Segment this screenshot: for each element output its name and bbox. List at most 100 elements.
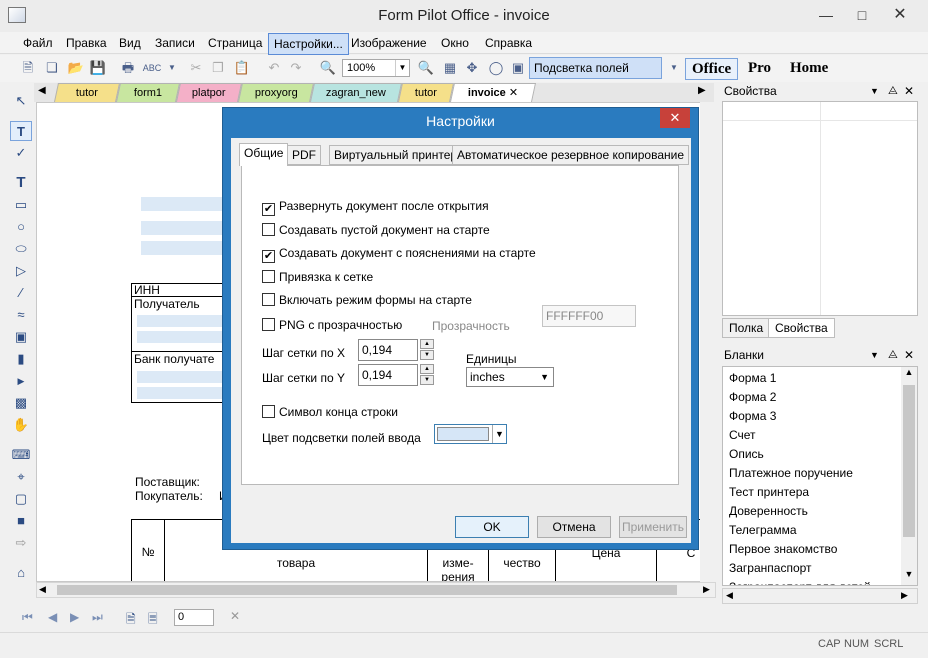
apply-button[interactable]: Применить [619,516,687,538]
scroll-thumb[interactable] [57,585,677,595]
text-tool-icon[interactable]: T [10,173,32,193]
home-icon[interactable]: ⌂ [10,563,32,583]
edition-office[interactable]: Office [685,58,739,80]
square-icon[interactable]: ▢ [10,489,32,509]
tabs-left-arrow-icon[interactable]: ◀ [38,85,46,96]
tab-general[interactable]: Общие [239,143,289,166]
delete-page-icon[interactable]: ✕ [230,609,240,623]
checkbox-box[interactable] [262,270,275,283]
tab-form1[interactable]: form1 [115,83,181,102]
scroll-thumb[interactable] [903,385,915,537]
tab-tutor[interactable]: tutor [53,83,121,102]
tab-platpor[interactable]: platpor [175,83,243,102]
tab-auto-backup[interactable]: Автоматическое резервное копирование [452,145,690,165]
pin-icon[interactable]: ⨺ [888,346,898,364]
print-icon[interactable]: 🖶 [118,58,138,78]
new-doc-icon[interactable]: 🗎 [18,58,38,78]
checkmark-icon[interactable]: ✓ [10,143,32,163]
scroll-left-icon[interactable]: ◀ [726,590,733,601]
copy-icon[interactable]: ❐ [208,58,228,78]
tab-proxyorg[interactable]: proxyorg [237,83,315,102]
blanks-scrollbar[interactable]: ▲ ▼ [901,367,917,585]
zoom-out-icon[interactable]: 🔍 [318,58,338,78]
wave-icon[interactable]: ≈ [10,305,32,325]
menu-image[interactable]: Изображение [346,32,432,54]
toolbar-overflow-icon[interactable]: ▼ [664,58,684,78]
close-tab-icon[interactable]: ✕ [509,84,518,102]
list-item[interactable]: Форма 2 [723,388,917,407]
line-icon[interactable]: ∕ [10,283,32,303]
list-item[interactable]: Доверенность [723,502,917,521]
list-item[interactable]: Загранпаспорт для детей [723,578,917,585]
blanks-list[interactable]: Форма 1 Форма 2 Форма 3 Счет Опись Платежное … [722,366,918,586]
dropdown-arrow-icon[interactable]: ▼ [162,58,182,78]
checkbox-box[interactable] [262,293,275,306]
list-item[interactable]: Тест принтера [723,483,917,502]
undo-icon[interactable]: ↶ [264,58,284,78]
list-item[interactable]: Форма 1 [723,369,917,388]
checkbox-box[interactable] [262,318,275,331]
page-list-icon[interactable]: 🗏 [148,610,158,631]
stepper-down-icon[interactable]: ▼ [420,375,434,385]
menu-settings[interactable]: Настройки... [268,33,349,55]
properties-grid[interactable] [722,101,918,316]
edition-pro[interactable]: Pro [742,58,777,80]
snap-to-grid-checkbox[interactable]: Привязка к сетке [262,270,373,286]
list-item[interactable]: Телеграмма [723,521,917,540]
grid-x-input[interactable]: 0,194 [358,339,418,361]
tab-tutor-2[interactable]: tutor [397,83,455,102]
edition-home[interactable]: Home [784,58,834,80]
mouse-icon[interactable]: ◯ [486,58,506,78]
checkbox-box[interactable]: ✔ [262,203,275,216]
pin-icon[interactable]: ⨺ [888,82,898,100]
hand-icon[interactable]: ✋ [10,415,32,435]
move-icon[interactable]: ✥ [462,58,482,78]
checkbox-box[interactable] [262,223,275,236]
stepper-up-icon[interactable]: ▲ [420,364,434,374]
image-icon[interactable]: ▣ [10,327,32,347]
maximize-icon[interactable]: □ [848,4,876,26]
fill-icon[interactable]: ■ [10,511,32,531]
list-item[interactable]: Платежное поручение [723,464,917,483]
close-icon[interactable]: ✕ [886,4,914,26]
polygon-icon[interactable]: ▷ [10,261,32,281]
menu-page[interactable]: Страница [203,32,267,54]
scroll-left-icon[interactable]: ◀ [39,584,46,595]
save-icon[interactable]: 💾 [88,58,108,78]
list-item[interactable]: Форма 3 [723,407,917,426]
text-field-icon[interactable]: T [10,121,32,141]
end-of-line-symbol-checkbox[interactable]: Символ конца строки [262,405,398,421]
scroll-right-icon[interactable]: ▶ [901,590,908,601]
ok-button[interactable]: OK [455,516,529,538]
close-icon[interactable]: ✕ [904,82,914,100]
png-transparency-checkbox[interactable]: PNG с прозрачностью [262,318,402,334]
expand-after-open-checkbox[interactable]: ✔ Развернуть документ после открытия [262,199,489,216]
paste-icon[interactable]: 📋 [232,58,252,78]
tab-properties[interactable]: Свойства [768,318,835,338]
checkbox-box[interactable]: ✔ [262,250,275,263]
tab-zagran-new[interactable]: zagran_new [309,83,403,102]
first-page-icon[interactable]: ⏮ [22,610,33,625]
menu-window[interactable]: Окно [436,32,474,54]
doc-with-hints-on-start-checkbox[interactable]: ✔ Создавать документ с пояснениями на ста… [262,246,536,263]
tab-pdf[interactable]: PDF [287,145,321,165]
tabs-right-arrow-icon[interactable]: ▶ [698,85,706,96]
menu-help[interactable]: Справка [480,32,537,54]
redo-icon[interactable]: ↷ [286,58,306,78]
cancel-button[interactable]: Отмена [537,516,611,538]
units-select[interactable]: inches ▼ [466,367,554,387]
next-page-icon[interactable]: ▶ [70,610,79,624]
arrow-right-icon[interactable]: ⇨ [10,533,32,553]
rectangle-icon[interactable]: ▭ [10,195,32,215]
menu-records[interactable]: Записи [150,32,200,54]
highlight-color-picker[interactable]: ▼ [434,424,507,444]
highlight-fields-button[interactable]: Подсветка полей ввода [529,57,662,95]
pointer-icon[interactable]: ↖ [10,91,32,111]
list-item[interactable]: Счет [723,426,917,445]
close-icon[interactable]: ✕ [904,346,914,364]
last-page-icon[interactable]: ⏭ [92,610,103,625]
transparency-input[interactable]: FFFFFF00 [542,305,636,327]
copy-doc-icon[interactable]: ❏ [42,58,62,78]
chevron-down-icon[interactable]: ▼ [870,346,879,364]
eraser-icon[interactable]: ⌨ [10,445,32,465]
